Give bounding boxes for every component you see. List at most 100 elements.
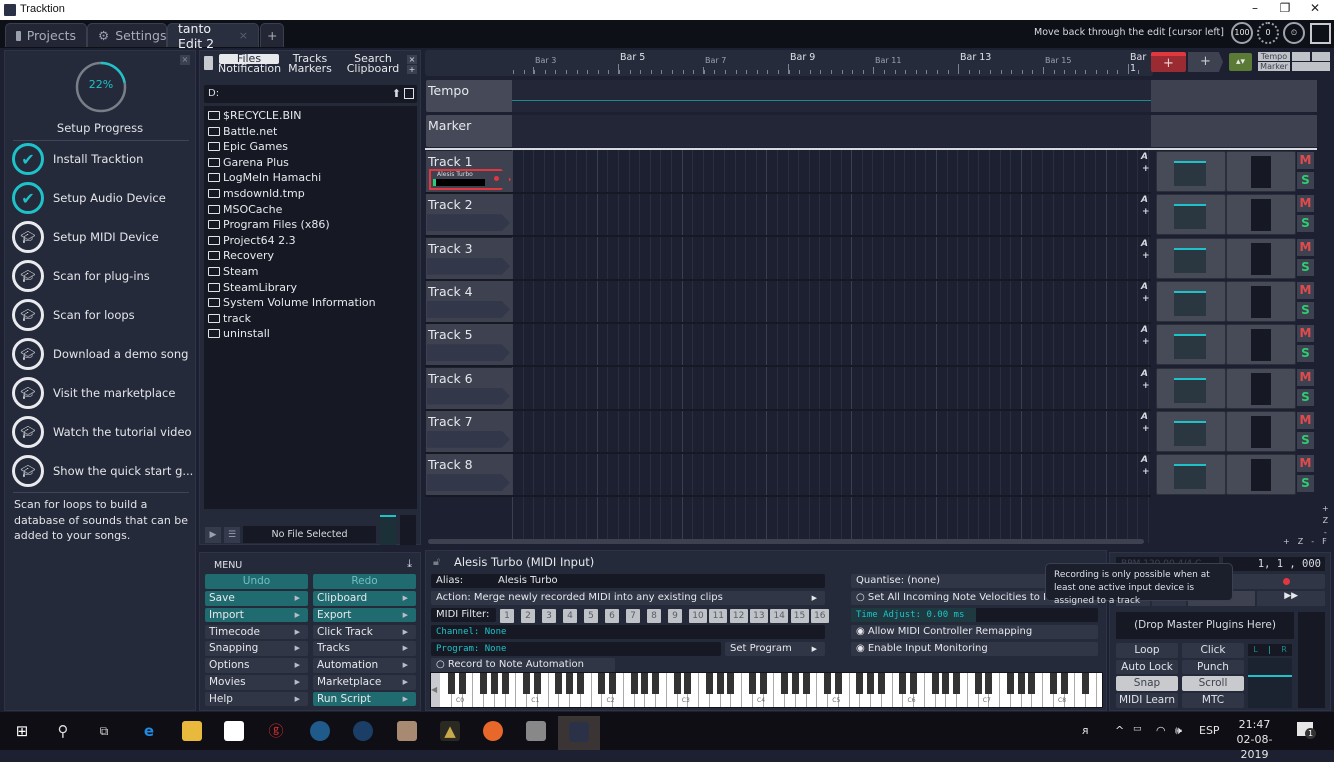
wifi-icon[interactable]: ◠	[1156, 724, 1166, 737]
menu-item-run-script[interactable]: Run Script ▶	[313, 691, 416, 707]
track-plugin-panel[interactable]	[1226, 194, 1296, 236]
close-tab-icon[interactable]: ×	[239, 29, 248, 42]
track-volume-panel[interactable]	[1156, 367, 1226, 409]
zoom-v[interactable]: Z	[1322, 515, 1329, 527]
setup-step[interactable]: ✔ Install Tracktion	[12, 142, 197, 176]
track-volume-panel[interactable]	[1156, 454, 1226, 496]
search-icon[interactable]: ⚲	[53, 721, 73, 741]
setup-step[interactable]: 🎓︎ Visit the marketplace	[12, 376, 197, 410]
file-item[interactable]: Garena Plus	[208, 155, 289, 170]
midi-channel-button[interactable]: 11	[709, 609, 728, 623]
mute-button[interactable]: M	[1297, 152, 1314, 169]
menu-item-clipboard[interactable]: Clipboard ▶	[313, 591, 416, 606]
black-key[interactable]	[834, 673, 842, 694]
track-plugin-panel[interactable]	[1226, 367, 1296, 409]
mute-button[interactable]: M	[1297, 325, 1314, 343]
midi-channel-button[interactable]: 8	[647, 609, 661, 623]
black-key[interactable]	[501, 673, 509, 694]
track-volume-panel[interactable]	[1156, 237, 1226, 279]
black-key[interactable]	[1060, 673, 1068, 694]
arrange-grid[interactable]	[512, 150, 1151, 543]
transport-mtc-button[interactable]: MTC	[1182, 693, 1244, 708]
horizontal-zoom-controls[interactable]: + Z - F	[1283, 537, 1327, 546]
alias-value[interactable]: Alesis Turbo	[498, 574, 558, 588]
input-slot[interactable]	[427, 300, 510, 318]
black-key[interactable]	[781, 673, 789, 694]
new-folder-icon[interactable]	[404, 88, 414, 99]
add-track-button[interactable]: +	[1188, 52, 1223, 72]
solo-button[interactable]: S	[1297, 431, 1314, 449]
minimize-button[interactable]: –	[1240, 1, 1270, 19]
black-key[interactable]	[974, 673, 982, 694]
black-key[interactable]	[824, 673, 832, 694]
input-slot[interactable]	[427, 214, 510, 232]
volume-fader[interactable]	[1174, 334, 1206, 360]
black-key[interactable]	[1082, 673, 1090, 694]
mute-button[interactable]: M	[1297, 195, 1314, 213]
tab-markers-label[interactable]: Markers	[284, 63, 336, 74]
add-plugin-button[interactable]: +	[1142, 294, 1150, 304]
black-key[interactable]	[899, 673, 907, 694]
black-key[interactable]	[867, 673, 875, 694]
setup-step[interactable]: ✔ Setup Audio Device	[12, 181, 197, 215]
black-key[interactable]	[942, 673, 950, 694]
view-toggle-1[interactable]	[1292, 52, 1310, 61]
automation-button[interactable]: A	[1141, 195, 1148, 205]
midi-channel-button[interactable]: 15	[790, 609, 809, 623]
path-bar[interactable]: D: ⬆	[204, 85, 417, 103]
file-item[interactable]: LogMeIn Hamachi	[208, 170, 321, 185]
midi-channel-button[interactable]: 10	[689, 609, 707, 623]
marker-lane-header[interactable]: Marker	[426, 115, 512, 147]
up-folder-icon[interactable]: ⬆	[392, 87, 401, 100]
automation-button[interactable]: A	[1141, 239, 1148, 249]
app-icon[interactable]	[526, 721, 546, 741]
solo-button[interactable]: S	[1297, 215, 1314, 233]
panel-toggle-icon[interactable]	[204, 56, 213, 70]
add-plugin-button[interactable]: +	[1142, 467, 1150, 477]
tab-settings[interactable]: ⚙ Settings	[87, 23, 167, 47]
set-program-button[interactable]: Set Program ▶	[725, 642, 825, 656]
redo-button[interactable]: Redo	[313, 574, 416, 589]
track-volume-panel[interactable]	[1156, 410, 1226, 452]
volume-fader[interactable]	[1174, 204, 1206, 230]
input-monitoring-toggle[interactable]: ◉ Enable Input Monitoring	[851, 642, 1098, 656]
midi-channel-button[interactable]: 9	[668, 609, 682, 623]
record-note-automation-toggle[interactable]: ○ Record to Note Automation	[431, 658, 615, 672]
volume-icon[interactable]: 🕪︎	[1175, 724, 1182, 738]
mute-button[interactable]: M	[1297, 281, 1314, 299]
edge-icon[interactable]: e	[139, 721, 159, 741]
black-key[interactable]	[630, 673, 638, 694]
allow-remap-toggle[interactable]: ◉ Allow MIDI Controller Remapping	[851, 625, 1098, 639]
close-setup-button[interactable]: ×	[180, 55, 190, 65]
black-key[interactable]	[877, 673, 885, 694]
midi-channel-button[interactable]: 2	[521, 609, 535, 623]
black-key[interactable]	[458, 673, 466, 694]
menu-item-automation[interactable]: Automation ▶	[313, 658, 416, 673]
add-plugin-button[interactable]: +	[1142, 251, 1150, 261]
track-plugin-panel[interactable]	[1226, 454, 1296, 496]
add-plugin-button[interactable]: +	[1142, 207, 1150, 217]
file-item[interactable]: uninstall	[208, 326, 270, 341]
zoom-in-h[interactable]: +	[1283, 537, 1290, 546]
pan-meter[interactable]: L | R	[1248, 644, 1292, 656]
volume-knob[interactable]: 100	[1231, 22, 1253, 44]
preview-volume-slider[interactable]	[380, 515, 396, 545]
file-item[interactable]: System Volume Information	[208, 295, 376, 310]
black-key[interactable]	[1049, 673, 1057, 694]
store-icon[interactable]	[224, 721, 244, 741]
tempo-lane[interactable]	[512, 80, 1151, 112]
black-key[interactable]	[652, 673, 660, 694]
position-display[interactable]: 1, 1 , 000	[1223, 557, 1325, 571]
zoom-fit[interactable]: F	[1322, 537, 1327, 546]
pan-knob[interactable]: 0	[1257, 22, 1279, 44]
automation-button[interactable]: A	[1141, 152, 1148, 162]
midi-channel-button[interactable]: 13	[749, 609, 768, 623]
transport-scroll-button[interactable]: Scroll	[1182, 676, 1244, 691]
tab-notification-label[interactable]: Notification	[218, 63, 281, 74]
garena-icon[interactable]: ⓖ	[266, 721, 286, 741]
time-adjust-slider[interactable]: Time Adjust: 0.00 ms	[851, 608, 1098, 622]
show-hidden-icons[interactable]: ^	[1115, 724, 1124, 737]
midi-channel-button[interactable]: 4	[563, 609, 577, 623]
tempo-lane-header[interactable]: Tempo	[426, 80, 512, 112]
solo-button[interactable]: S	[1297, 172, 1314, 189]
